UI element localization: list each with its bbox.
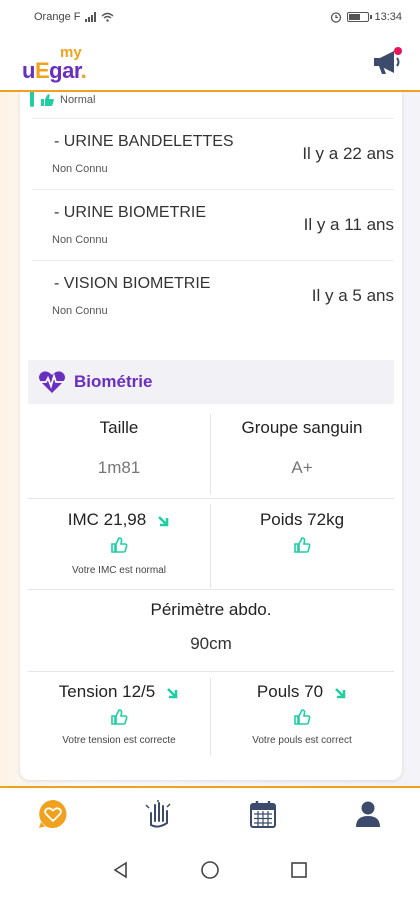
exam-item[interactable]: - URINE BANDELETTES Non Connu Il y a 22 … bbox=[32, 118, 394, 189]
exam-name: - VISION BIOMETRIE bbox=[54, 275, 211, 292]
taille-cell: Taille 1m81 bbox=[28, 418, 210, 478]
arrow-down-right-icon bbox=[167, 687, 178, 698]
imc-cell[interactable]: IMC 21,98 Votre IMC est normal bbox=[28, 510, 210, 576]
pouls-note: Votre pouls est correct bbox=[252, 735, 352, 746]
app-header: my uEgar. bbox=[0, 34, 420, 92]
poids-cell[interactable]: Poids 72kg bbox=[210, 510, 394, 559]
battery-icon bbox=[347, 12, 373, 22]
perimetre-cell: Périmètre abdo. 90cm bbox=[28, 600, 394, 654]
divider bbox=[28, 498, 394, 499]
groupe-sanguin-cell: Groupe sanguin A+ bbox=[210, 418, 394, 478]
megaphone-icon[interactable] bbox=[370, 45, 404, 79]
thumbs-up-icon bbox=[294, 537, 311, 553]
imc-note: Votre IMC est normal bbox=[72, 565, 166, 576]
taille-label: Taille bbox=[99, 418, 139, 437]
thumbs-up-icon bbox=[111, 709, 128, 725]
biometrie-header: Biométrie bbox=[28, 360, 394, 404]
exam-status: Non Connu bbox=[52, 163, 108, 175]
tension-note: Votre tension est correcte bbox=[62, 735, 176, 746]
imc-label: IMC 21,98 bbox=[67, 510, 147, 529]
exam-date: Il y a 22 ans bbox=[302, 144, 394, 163]
heart-pulse-icon bbox=[39, 371, 65, 393]
nav-calendar[interactable] bbox=[243, 794, 283, 834]
logo-wordmark: uEgar. bbox=[22, 58, 87, 83]
exam-name: - URINE BIOMETRIE bbox=[54, 204, 207, 221]
groupe-sanguin-value: A+ bbox=[291, 458, 313, 477]
section-title: Biométrie bbox=[74, 372, 153, 391]
tension-cell[interactable]: Tension 12/5 Votre tension est correcte bbox=[28, 682, 210, 746]
exam-item[interactable]: - URINE BIOMETRIE Non Connu Il y a 11 an… bbox=[32, 189, 394, 260]
perimetre-value: 90cm bbox=[190, 634, 232, 653]
calendar-icon bbox=[249, 801, 276, 828]
groupe-sanguin-label: Groupe sanguin bbox=[241, 418, 363, 437]
nav-care[interactable] bbox=[138, 794, 178, 834]
health-card: Normal - URINE BANDELETTES Non Connu Il … bbox=[20, 92, 402, 780]
arrow-down-right-icon bbox=[158, 515, 169, 526]
perimetre-label: Périmètre abdo. bbox=[150, 600, 272, 619]
heart-chat-icon bbox=[38, 800, 66, 828]
exam-date: Il y a 11 ans bbox=[303, 215, 394, 234]
carrier-label: Orange F bbox=[34, 11, 81, 23]
exam-date: Il y a 5 ans bbox=[311, 286, 394, 305]
divider bbox=[28, 671, 394, 672]
pouls-cell[interactable]: Pouls 70 Votre pouls est correct bbox=[210, 682, 394, 746]
bottom-nav bbox=[0, 786, 420, 840]
system-nav-bar bbox=[0, 840, 420, 900]
tension-label: Tension 12/5 bbox=[58, 682, 156, 701]
taille-value: 1m81 bbox=[97, 458, 141, 477]
nav-home[interactable] bbox=[33, 794, 73, 834]
user-icon bbox=[355, 801, 380, 827]
recents-icon[interactable] bbox=[290, 861, 308, 879]
exam-status: Non Connu bbox=[52, 234, 108, 246]
exam-item-partial[interactable]: Normal bbox=[30, 92, 95, 108]
arrow-down-right-icon bbox=[335, 687, 346, 698]
home-icon[interactable] bbox=[200, 860, 220, 880]
divider bbox=[28, 589, 394, 590]
wifi-icon bbox=[101, 12, 114, 22]
exam-item[interactable]: - VISION BIOMETRIE Non Connu Il y a 5 an… bbox=[32, 260, 394, 331]
exam-list: - URINE BANDELETTES Non Connu Il y a 22 … bbox=[32, 118, 394, 331]
back-icon[interactable] bbox=[112, 861, 130, 879]
clock: 13:34 bbox=[374, 11, 402, 23]
alarm-icon bbox=[331, 12, 342, 23]
notification-dot bbox=[394, 47, 402, 55]
exam-status: Normal bbox=[60, 94, 96, 106]
app-logo: my uEgar. bbox=[22, 42, 92, 83]
pouls-label: Pouls 70 bbox=[256, 682, 324, 701]
status-bar: Orange F 13:34 bbox=[0, 0, 420, 34]
hand-icon bbox=[144, 800, 171, 828]
poids-label: Poids 72kg bbox=[259, 510, 345, 529]
nav-profile[interactable] bbox=[348, 794, 388, 834]
thumbs-up-icon bbox=[294, 709, 311, 725]
exam-name: - URINE BANDELETTES bbox=[54, 133, 234, 150]
exam-status: Non Connu bbox=[52, 305, 108, 317]
signal-icon bbox=[85, 12, 97, 22]
status-bar-indicator bbox=[30, 92, 34, 107]
thumbs-up-icon bbox=[41, 94, 54, 106]
thumbs-up-icon bbox=[111, 537, 128, 553]
